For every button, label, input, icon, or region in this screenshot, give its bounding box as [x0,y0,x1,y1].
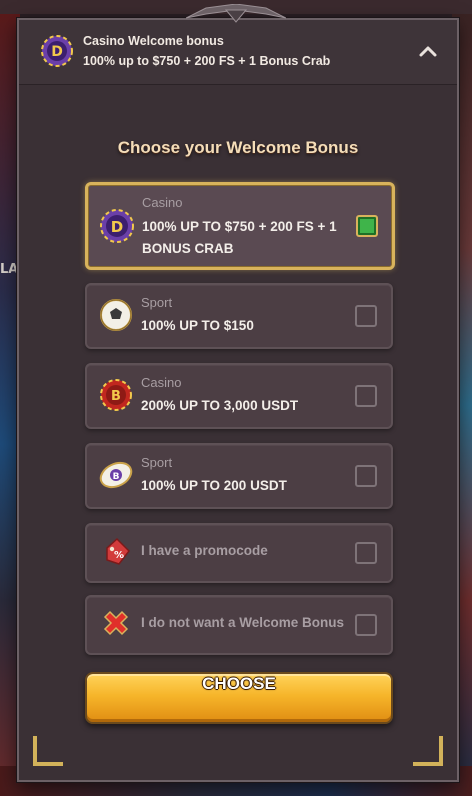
option-category: Sport [141,455,173,470]
corner-ornament-bottom-left [33,736,63,766]
svg-text:B: B [113,472,120,482]
option-value: 100% UP TO $750 + 200 FS + 1 BONUS CRAB [142,219,337,256]
bonus-option-promocode[interactable]: % I have a promocode [85,523,393,583]
option-category: Casino [142,195,183,210]
choose-bonus-heading: Choose your Welcome Bonus [117,138,359,157]
svg-text:D: D [111,218,123,236]
option-value: 100% UP TO 200 USDT [141,478,287,493]
bonus-option-sport-150[interactable]: Sport 100% UP TO $150 [85,283,393,349]
bitcoin-rugby-ball-icon: B [99,461,133,489]
soccer-ball-icon [100,299,132,331]
bitcoin-chip-icon: B [100,379,132,411]
casino-chip-icon: D [100,209,134,243]
svg-text:B: B [111,389,121,404]
option-value: 100% UP TO $150 [141,318,254,333]
casino-chip-icon: D [41,35,73,67]
option-checkbox-checked[interactable] [356,215,378,237]
bonus-option-casino-750[interactable]: D Casino 100% UP TO $750 + 200 FS + 1 BO… [85,182,395,270]
top-ornament-icon [186,4,286,23]
modal-header[interactable]: D Casino Welcome bonus 100% up to $750 +… [19,20,457,85]
bonus-option-casino-usdt[interactable]: B Casino 200% UP TO 3,000 USDT [85,363,393,429]
option-label: I have a promocode [141,543,268,558]
red-cross-icon [103,610,129,636]
svg-text:D: D [51,44,63,60]
chevron-up-icon[interactable] [417,42,439,60]
option-checkbox[interactable] [355,614,377,636]
corner-ornament-bottom-right [413,736,443,766]
welcome-bonus-modal: D Casino Welcome bonus 100% up to $750 +… [17,18,459,782]
option-category: Sport [141,295,173,310]
option-label: I do not want a Welcome Bonus [141,615,345,630]
option-category: Casino [141,375,182,390]
option-checkbox[interactable] [355,305,377,327]
choose-button[interactable]: CHOOSE [85,672,393,724]
svg-text:%: % [114,550,124,561]
header-subtitle: 100% up to $750 + 200 FS + 1 Bonus Crab [83,54,331,68]
header-title: Casino Welcome bonus [83,34,224,48]
option-checkbox[interactable] [355,465,377,487]
option-checkbox[interactable] [355,542,377,564]
option-value: 200% UP TO 3,000 USDT [141,398,299,413]
bonus-option-sport-usdt[interactable]: B Sport 100% UP TO 200 USDT [85,443,393,509]
price-tag-icon: % [106,537,130,565]
option-checkbox[interactable] [355,385,377,407]
bonus-option-no-bonus[interactable]: I do not want a Welcome Bonus [85,595,393,655]
